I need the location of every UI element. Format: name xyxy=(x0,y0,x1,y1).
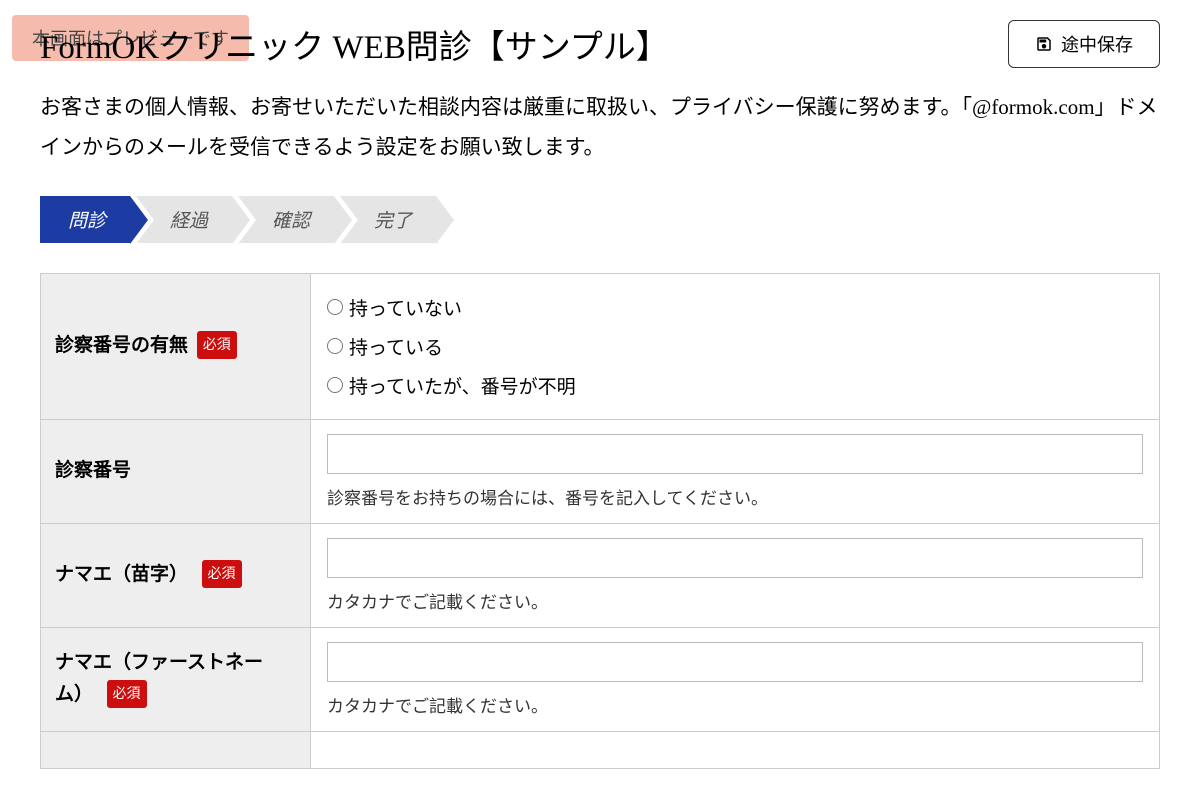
field-label: 診察番号 xyxy=(55,460,131,481)
cell-firstname: カタカナでご記載ください。 xyxy=(311,627,1160,731)
label-exam-number-presence: 診察番号の有無 必須 xyxy=(41,273,311,419)
help-text: カタカナでご記載ください。 xyxy=(327,588,1143,613)
help-text: カタカナでご記載ください。 xyxy=(327,692,1143,717)
radio-label: 持っていたが、番号が不明 xyxy=(349,372,576,399)
required-badge: 必須 xyxy=(202,560,242,588)
radio-not-have[interactable] xyxy=(327,299,343,315)
help-text: 診察番号をお持ちの場合には、番号を記入してください。 xyxy=(327,484,1143,509)
save-button-label: 途中保存 xyxy=(1061,31,1133,57)
step-kanryo[interactable]: 完了 xyxy=(340,196,436,243)
row-surname: ナマエ（苗字） 必須 カタカナでご記載ください。 xyxy=(41,523,1160,627)
form-table: 診察番号の有無 必須 持っていない 持っている 持っていたが、番号が不明 診察番… xyxy=(40,273,1160,769)
required-badge: 必須 xyxy=(107,680,147,708)
label-exam-number: 診察番号 xyxy=(41,419,311,523)
cell-exam-number: 診察番号をお持ちの場合には、番号を記入してください。 xyxy=(311,419,1160,523)
cell-exam-number-presence: 持っていない 持っている 持っていたが、番号が不明 xyxy=(311,273,1160,419)
cell-surname: カタカナでご記載ください。 xyxy=(311,523,1160,627)
save-icon xyxy=(1035,35,1053,53)
surname-input[interactable] xyxy=(327,538,1143,578)
label-surname: ナマエ（苗字） 必須 xyxy=(41,523,311,627)
radio-label: 持っていない xyxy=(349,294,462,321)
field-label: ナマエ（苗字） xyxy=(55,564,188,585)
radio-option-2[interactable]: 持っていたが、番号が不明 xyxy=(327,366,1143,405)
row-firstname: ナマエ（ファーストネーム） 必須 カタカナでご記載ください。 xyxy=(41,627,1160,731)
required-badge: 必須 xyxy=(197,331,237,359)
row-next-partial xyxy=(41,731,1160,768)
save-draft-button[interactable]: 途中保存 xyxy=(1008,20,1160,68)
field-label: 診察番号の有無 xyxy=(55,335,188,356)
title-wrap: 本画面はプレビューです FormOKクリニック WEB問診【サンプル】 xyxy=(40,20,1008,68)
step-monshin[interactable]: 問診 xyxy=(40,196,130,243)
exam-number-input[interactable] xyxy=(327,434,1143,474)
row-exam-number-presence: 診察番号の有無 必須 持っていない 持っている 持っていたが、番号が不明 xyxy=(41,273,1160,419)
radio-label: 持っている xyxy=(349,333,443,360)
cell-next xyxy=(311,731,1160,768)
step-breadcrumb: 問診 経過 確認 完了 xyxy=(40,196,1160,243)
firstname-input[interactable] xyxy=(327,642,1143,682)
header: 本画面はプレビューです FormOKクリニック WEB問診【サンプル】 途中保存 xyxy=(40,20,1160,68)
radio-option-0[interactable]: 持っていない xyxy=(327,288,1143,327)
row-exam-number: 診察番号 診察番号をお持ちの場合には、番号を記入してください。 xyxy=(41,419,1160,523)
radio-had-unknown[interactable] xyxy=(327,377,343,393)
field-label: ナマエ（ファーストネーム） xyxy=(55,652,263,705)
step-kakunin[interactable]: 確認 xyxy=(238,196,334,243)
step-keika[interactable]: 経過 xyxy=(136,196,232,243)
label-firstname: ナマエ（ファーストネーム） 必須 xyxy=(41,627,311,731)
form-description: お客さまの個人情報、お寄せいただいた相談内容は厳重に取扱い、プライバシー保護に努… xyxy=(40,88,1160,168)
radio-have[interactable] xyxy=(327,338,343,354)
label-next xyxy=(41,731,311,768)
radio-option-1[interactable]: 持っている xyxy=(327,327,1143,366)
page-title: FormOKクリニック WEB問診【サンプル】 xyxy=(40,20,1008,68)
